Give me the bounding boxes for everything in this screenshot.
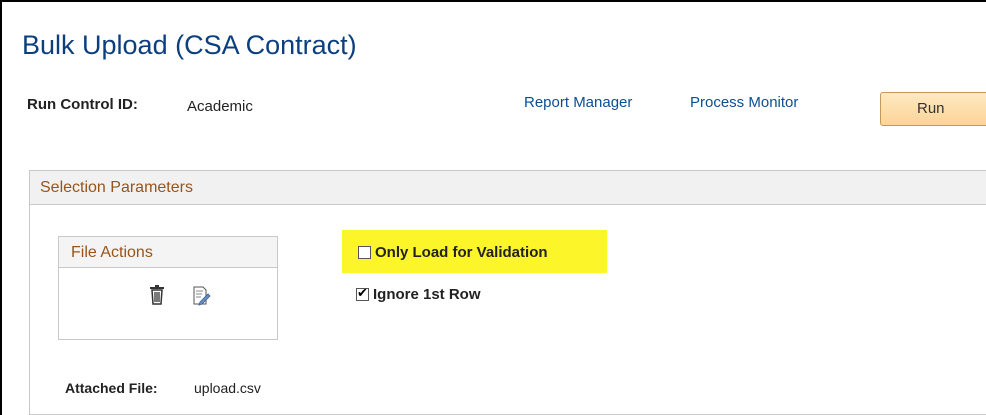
ignore-first-row-checkbox[interactable] — [356, 286, 369, 301]
file-actions-header: File Actions — [59, 237, 277, 268]
selection-parameters-header: Selection Parameters — [30, 171, 986, 205]
run-button[interactable]: Run — [880, 92, 986, 126]
only-load-validation-label: Only Load for Validation — [375, 244, 548, 261]
trash-icon[interactable] — [149, 285, 165, 310]
run-control-value: Academic — [187, 98, 253, 115]
window-top-border — [0, 0, 986, 2]
window-left-border — [0, 0, 2, 415]
ignore-first-row-option[interactable]: Ignore 1st Row — [356, 286, 481, 303]
process-monitor-link[interactable]: Process Monitor — [690, 94, 798, 111]
ignore-first-row-label: Ignore 1st Row — [373, 286, 481, 303]
file-actions-box: File Actions — [58, 236, 278, 340]
only-load-validation-option[interactable]: Only Load for Validation — [358, 244, 548, 261]
attached-file-label: Attached File: — [65, 380, 158, 396]
page-title: Bulk Upload (CSA Contract) — [22, 30, 357, 60]
edit-icon[interactable] — [193, 286, 211, 311]
run-control-label: Run Control ID: — [27, 96, 138, 113]
report-manager-link[interactable]: Report Manager — [524, 94, 632, 111]
only-load-validation-checkbox[interactable] — [358, 246, 371, 259]
attached-file-value: upload.csv — [194, 380, 261, 396]
